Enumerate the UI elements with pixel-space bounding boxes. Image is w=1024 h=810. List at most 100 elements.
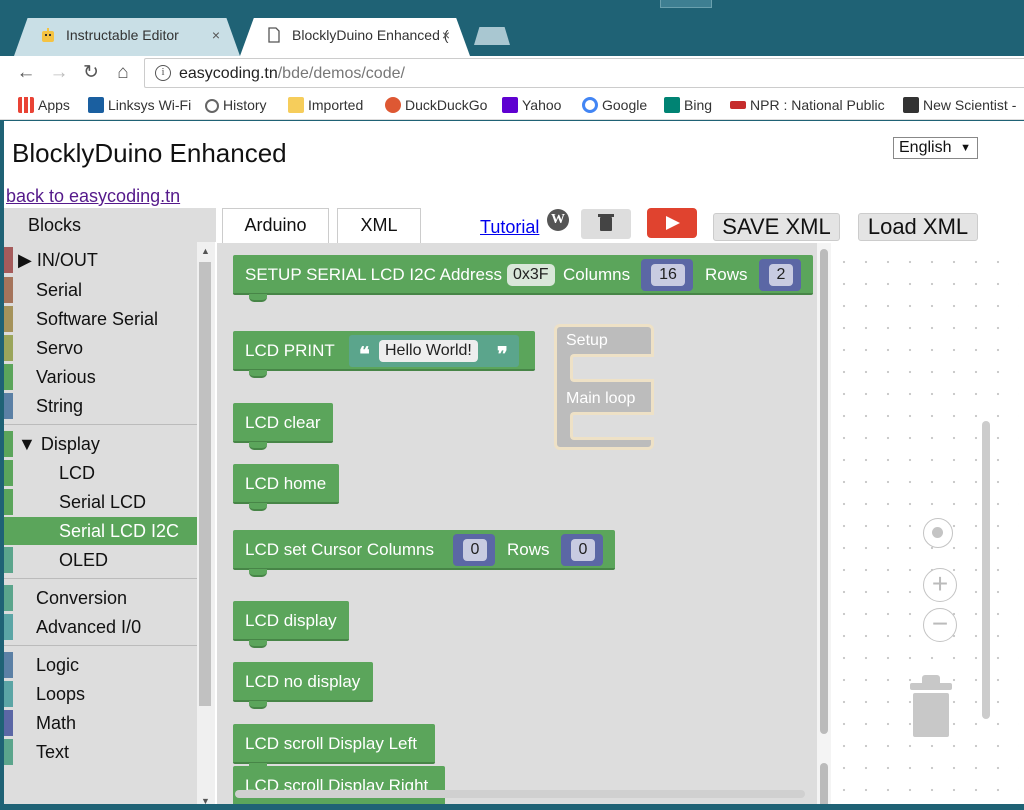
text-input[interactable]: ❝ Hello World! ❞: [349, 335, 519, 367]
workspace-scrollbar[interactable]: [982, 421, 990, 719]
delete-all-button[interactable]: [581, 209, 631, 239]
bookmark-yahoo[interactable]: Yahoo: [502, 95, 561, 115]
number-field[interactable]: 0: [571, 539, 595, 561]
bookmark-apps[interactable]: Apps: [18, 95, 70, 115]
bookmark-label: History: [223, 97, 267, 113]
category-various[interactable]: Various: [4, 363, 197, 391]
url-text: easycoding.tn/bde/demos/code/: [179, 65, 405, 83]
info-icon[interactable]: i: [155, 65, 171, 81]
blockly-workspace[interactable]: SETUP SERIAL LCD I2C Address 0x3F Column…: [217, 243, 1019, 810]
recenter-button[interactable]: [923, 518, 953, 548]
number-field[interactable]: 2: [769, 264, 793, 286]
category-separator: [4, 424, 197, 425]
close-tab-icon[interactable]: ×: [442, 18, 450, 52]
block-lcd-no-display[interactable]: LCD no display: [233, 662, 373, 709]
category-loops[interactable]: Loops: [4, 680, 197, 708]
tab-blocklyduino[interactable]: BlocklyDuino Enhanced ( ×: [240, 18, 470, 56]
block-lcd-print[interactable]: LCD PRINT ❝ Hello World! ❞: [233, 331, 535, 378]
trash-can-icon[interactable]: [910, 675, 952, 737]
category-serial[interactable]: Serial: [4, 276, 197, 304]
home-icon[interactable]: ⌂: [112, 62, 134, 84]
category-string[interactable]: String: [4, 392, 197, 420]
category-color: [4, 518, 13, 544]
window-drag-handle[interactable]: [660, 0, 712, 8]
reload-icon[interactable]: ↻: [80, 62, 102, 84]
block-lcd-display[interactable]: LCD display: [233, 601, 349, 648]
scrollbar-thumb[interactable]: [820, 763, 828, 808]
upload-button[interactable]: [647, 208, 697, 238]
close-tab-icon[interactable]: ×: [212, 18, 220, 52]
category-oled[interactable]: OLED: [4, 546, 197, 574]
tab-xml[interactable]: XML: [337, 208, 421, 243]
category-conversion[interactable]: Conversion: [4, 584, 197, 612]
language-select[interactable]: English ▼: [893, 137, 978, 159]
bookmark-bing[interactable]: Bing: [664, 95, 712, 115]
toolbox-scrollbar[interactable]: ▲ ▼: [197, 242, 215, 810]
back-link[interactable]: back to easycoding.tn: [6, 186, 180, 207]
bookmark-history[interactable]: History: [205, 95, 267, 115]
instructables-robot-icon: [42, 28, 54, 42]
open-quote-icon: ❝: [359, 344, 370, 366]
wordpress-icon[interactable]: W: [547, 209, 569, 231]
category-software-serial[interactable]: Software Serial: [4, 305, 197, 333]
address-field[interactable]: 0x3F: [507, 264, 555, 286]
bookmark-google[interactable]: Google: [582, 95, 647, 115]
category-math[interactable]: Math: [4, 709, 197, 737]
category-serial-lcd[interactable]: Serial LCD: [4, 488, 197, 516]
block-lcd-scroll-left[interactable]: LCD scroll Display Left: [233, 724, 435, 771]
category-logic[interactable]: Logic: [4, 651, 197, 679]
category-color: [4, 393, 13, 419]
block-main-setup-loop[interactable]: Setup Main loop: [554, 324, 654, 450]
save-xml-button[interactable]: SAVE XML: [713, 213, 840, 241]
columns-input[interactable]: 16: [641, 259, 693, 291]
block-lcd-scroll-right[interactable]: LCD scroll Display Right: [233, 766, 445, 810]
text-field[interactable]: Hello World!: [379, 340, 478, 362]
scrollbar-thumb[interactable]: [820, 249, 828, 734]
tab-instructable-editor[interactable]: Instructable Editor ×: [14, 18, 240, 56]
category-label: Servo: [36, 338, 84, 358]
category-in-out[interactable]: ▶ IN/OUT: [4, 246, 197, 274]
block-lcd-set-cursor[interactable]: LCD set Cursor Columns 0 Rows 0: [233, 530, 615, 577]
category-color: [4, 585, 13, 611]
bookmark-imported[interactable]: Imported: [288, 95, 363, 115]
forward-icon[interactable]: →: [48, 62, 70, 84]
category-servo[interactable]: Servo: [4, 334, 197, 362]
scrollbar-thumb[interactable]: [199, 262, 211, 706]
block-setup-serial-lcd-i2c[interactable]: SETUP SERIAL LCD I2C Address 0x3F Column…: [233, 255, 813, 302]
scroll-up-icon[interactable]: ▲: [201, 246, 210, 256]
columns-input[interactable]: 0: [453, 534, 495, 566]
category-lcd[interactable]: LCD: [4, 459, 197, 487]
category-label: String: [36, 396, 84, 416]
back-icon[interactable]: ←: [15, 62, 37, 84]
tab-arduino[interactable]: Arduino: [222, 208, 329, 243]
number-field[interactable]: 16: [651, 264, 685, 286]
category-label: ▶ IN/OUT: [18, 250, 98, 270]
bookmark-label: NPR : National Public: [750, 97, 885, 113]
bookmark-new-scientist[interactable]: New Scientist -: [903, 95, 1016, 115]
flyout-scrollbar[interactable]: [817, 243, 831, 810]
zoom-out-button[interactable]: −: [923, 608, 957, 642]
category-label: Serial LCD I2C: [59, 521, 180, 541]
number-field[interactable]: 0: [463, 539, 487, 561]
bookmark-linksys[interactable]: Linksys Wi-Fi: [88, 95, 191, 115]
address-bar[interactable]: i easycoding.tn/bde/demos/code/: [144, 58, 1024, 88]
rows-input[interactable]: 0: [561, 534, 603, 566]
block-notch: [249, 294, 267, 302]
bookmark-duckduckgo[interactable]: DuckDuckGo: [385, 95, 487, 115]
zoom-in-button[interactable]: +: [923, 568, 957, 602]
bookmark-npr[interactable]: NPR : National Public: [730, 95, 885, 115]
flyout-horizontal-scrollbar[interactable]: [235, 790, 805, 798]
tutorial-link[interactable]: Tutorial: [480, 217, 539, 238]
category-advanced-io[interactable]: Advanced I/0: [4, 613, 197, 641]
category-display[interactable]: ▼ Display: [4, 430, 197, 458]
category-text[interactable]: Text: [4, 738, 197, 766]
rows-input[interactable]: 2: [759, 259, 801, 291]
load-xml-button[interactable]: Load XML: [858, 213, 978, 241]
wifi-icon: [88, 97, 104, 113]
category-serial-lcd-i2c[interactable]: Serial LCD I2C: [4, 517, 197, 545]
category-color: [4, 489, 13, 515]
block-lcd-clear[interactable]: LCD clear: [233, 403, 333, 450]
block-lcd-home[interactable]: LCD home: [233, 464, 339, 511]
new-tab-button[interactable]: [474, 27, 510, 45]
loop-label: Main loop: [566, 390, 636, 407]
